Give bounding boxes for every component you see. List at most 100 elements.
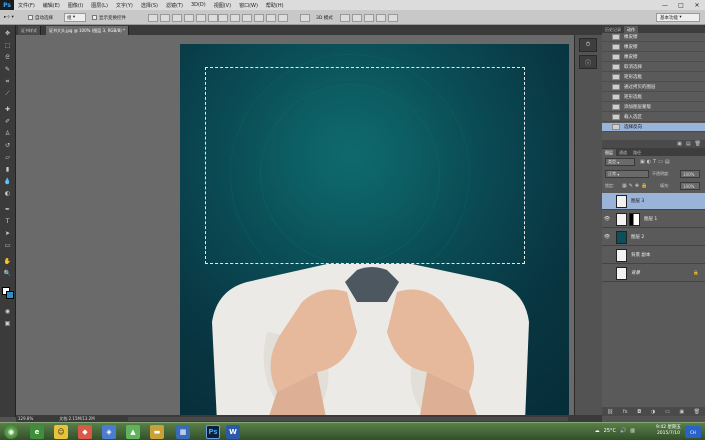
delete-layer-icon[interactable]: 🗑 [694, 409, 700, 415]
tab-history[interactable]: 历史记录 [602, 26, 624, 33]
distribute-6-icon[interactable] [278, 13, 288, 22]
layer-name[interactable]: 背景 [631, 270, 640, 276]
3d-roll-icon[interactable] [352, 13, 362, 22]
history-item-selected[interactable]: 选择反向 [602, 123, 705, 132]
volume-icon[interactable]: 🔊 [620, 428, 626, 434]
app-icon-3[interactable]: ▲ [126, 425, 140, 439]
browser-icon[interactable]: e [30, 425, 44, 439]
network-icon[interactable]: ▥ [630, 428, 635, 434]
auto-select-checkbox[interactable]: 自动选择 [28, 13, 53, 22]
history-item[interactable]: 通过拷贝的图层 [602, 83, 705, 92]
distribute-1-icon[interactable] [218, 13, 228, 22]
layer-name[interactable]: 背景 副本 [631, 252, 650, 258]
layer-row[interactable]: 👁 图层 1 [602, 211, 705, 228]
weather-icon[interactable]: ☁ [595, 428, 600, 434]
auto-align-icon[interactable] [300, 13, 310, 22]
selection-marquee[interactable] [205, 67, 525, 264]
blend-mode-dropdown[interactable]: 正常 ▾ [605, 170, 649, 178]
history-brush-tool-icon[interactable]: ↺ [2, 141, 13, 150]
link-layers-icon[interactable]: ⛓ [607, 409, 613, 415]
align-right-icon[interactable] [208, 13, 218, 22]
type-tool-icon[interactable]: T [2, 217, 13, 226]
move-tool-preset-icon[interactable]: ▸⊹ ▾ [4, 13, 14, 22]
layer-name[interactable]: 图层 1 [644, 216, 657, 222]
doc-tab-certificate[interactable]: 证书样式 [18, 26, 41, 35]
menu-layer[interactable]: 图层(L) [87, 2, 112, 9]
tab-actions[interactable]: 动作 [624, 26, 638, 33]
layer-row[interactable]: 背景 副本 [602, 247, 705, 264]
input-method-indicator[interactable]: CH [685, 426, 701, 438]
move-tool-icon[interactable]: ✥ [2, 29, 13, 38]
layer-kind-filter[interactable]: 类型 ▾ [605, 158, 635, 166]
show-transform-checkbox[interactable]: 显示变换控件 [92, 13, 126, 22]
quick-select-tool-icon[interactable]: ✎ [2, 65, 13, 74]
quick-mask-icon[interactable]: ◉ [2, 307, 13, 316]
adjustment-layer-icon[interactable]: ◑ [651, 409, 655, 415]
brush-tool-icon[interactable]: ✐ [2, 117, 13, 126]
photoshop-taskbar-icon[interactable]: Ps [206, 425, 220, 439]
horizontal-scrollbar[interactable] [128, 417, 568, 421]
layer-mask-thumbnail[interactable] [629, 212, 640, 226]
history-item[interactable]: 橡皮擦 [602, 43, 705, 52]
history-item[interactable]: 矩形选框 [602, 93, 705, 102]
background-color-swatch[interactable] [6, 291, 14, 299]
layer-row[interactable]: 👁 图层 2 [602, 229, 705, 246]
eye-icon[interactable]: 👁 [602, 234, 612, 240]
distribute-5-icon[interactable] [266, 13, 276, 22]
opacity-input[interactable]: 100% [680, 170, 700, 178]
menu-edit[interactable]: 编辑(E) [39, 2, 64, 9]
layer-row[interactable]: 背景 🔒 [602, 265, 705, 282]
menu-filter[interactable]: 滤镜(T) [162, 2, 187, 9]
menu-3d[interactable]: 3D(D) [187, 2, 210, 8]
eyedropper-tool-icon[interactable]: ⟋ [2, 89, 13, 98]
menu-select[interactable]: 选择(S) [137, 2, 162, 9]
align-bottom-icon[interactable] [172, 13, 182, 22]
blur-tool-icon[interactable]: 💧 [2, 177, 13, 186]
menu-image[interactable]: 图像(I) [64, 2, 87, 9]
info-panel-icon[interactable]: ⓘ [579, 55, 597, 69]
folder-icon[interactable]: ▬ [150, 425, 164, 439]
crop-tool-icon[interactable]: ⌗ [2, 77, 13, 86]
dodge-tool-icon[interactable]: ◐ [2, 189, 13, 198]
new-document-icon[interactable]: ▤ [686, 141, 691, 147]
app-icon-1[interactable]: ◆ [78, 425, 92, 439]
distribute-3-icon[interactable] [242, 13, 252, 22]
new-snapshot-icon[interactable]: ▣ [677, 141, 682, 147]
distribute-2-icon[interactable] [230, 13, 240, 22]
eye-icon[interactable]: 👁 [602, 216, 612, 222]
shape-tool-icon[interactable]: ▭ [2, 241, 13, 250]
zoom-tool-icon[interactable]: 🔍 [2, 269, 13, 278]
tab-layers[interactable]: 图层 [602, 149, 616, 156]
layer-style-icon[interactable]: fx [623, 409, 628, 415]
history-item[interactable]: 橡皮擦 [602, 53, 705, 62]
doc-tab-active[interactable]: 证书大头.jpg @ 100% (图层 3, RGB/8) * [46, 26, 129, 35]
new-group-icon[interactable]: ▭ [665, 409, 670, 415]
clone-stamp-tool-icon[interactable]: ♙ [2, 129, 13, 138]
delete-state-icon[interactable]: 🗑 [695, 141, 701, 147]
layer-name[interactable]: 图层 3 [631, 198, 644, 204]
distribute-4-icon[interactable] [254, 13, 264, 22]
tab-channels[interactable]: 通道 [616, 149, 630, 156]
qq-icon[interactable]: ☺ [54, 425, 68, 439]
add-mask-icon[interactable]: ◘ [637, 409, 641, 415]
eraser-tool-icon[interactable]: ▱ [2, 153, 13, 162]
taskbar-clock[interactable]: 9:42 星期五 2015/7/10 [656, 425, 681, 437]
marquee-tool-icon[interactable]: ⬚ [2, 41, 13, 50]
menu-window[interactable]: 窗口(W) [235, 2, 262, 9]
zoom-level[interactable]: 129.8% [18, 416, 33, 421]
pen-tool-icon[interactable]: ✒ [2, 205, 13, 214]
menu-file[interactable]: 文件(F) [14, 2, 39, 9]
path-select-tool-icon[interactable]: ➤ [2, 229, 13, 238]
3d-scale-icon[interactable] [388, 13, 398, 22]
hand-tool-icon[interactable]: ✋ [2, 257, 13, 266]
layer-group-dropdown[interactable]: 组 ▾ [64, 13, 86, 22]
word-taskbar-icon[interactable]: W [226, 425, 240, 439]
maximize-button[interactable]: □ [673, 0, 689, 10]
3d-pan-icon[interactable] [364, 13, 374, 22]
align-vcenter-icon[interactable] [160, 13, 170, 22]
align-top-icon[interactable] [148, 13, 158, 22]
align-left-icon[interactable] [184, 13, 194, 22]
history-item[interactable]: 矩形选框 [602, 73, 705, 82]
tab-paths[interactable]: 路径 [630, 149, 644, 156]
start-button-icon[interactable]: ◉ [4, 425, 18, 439]
